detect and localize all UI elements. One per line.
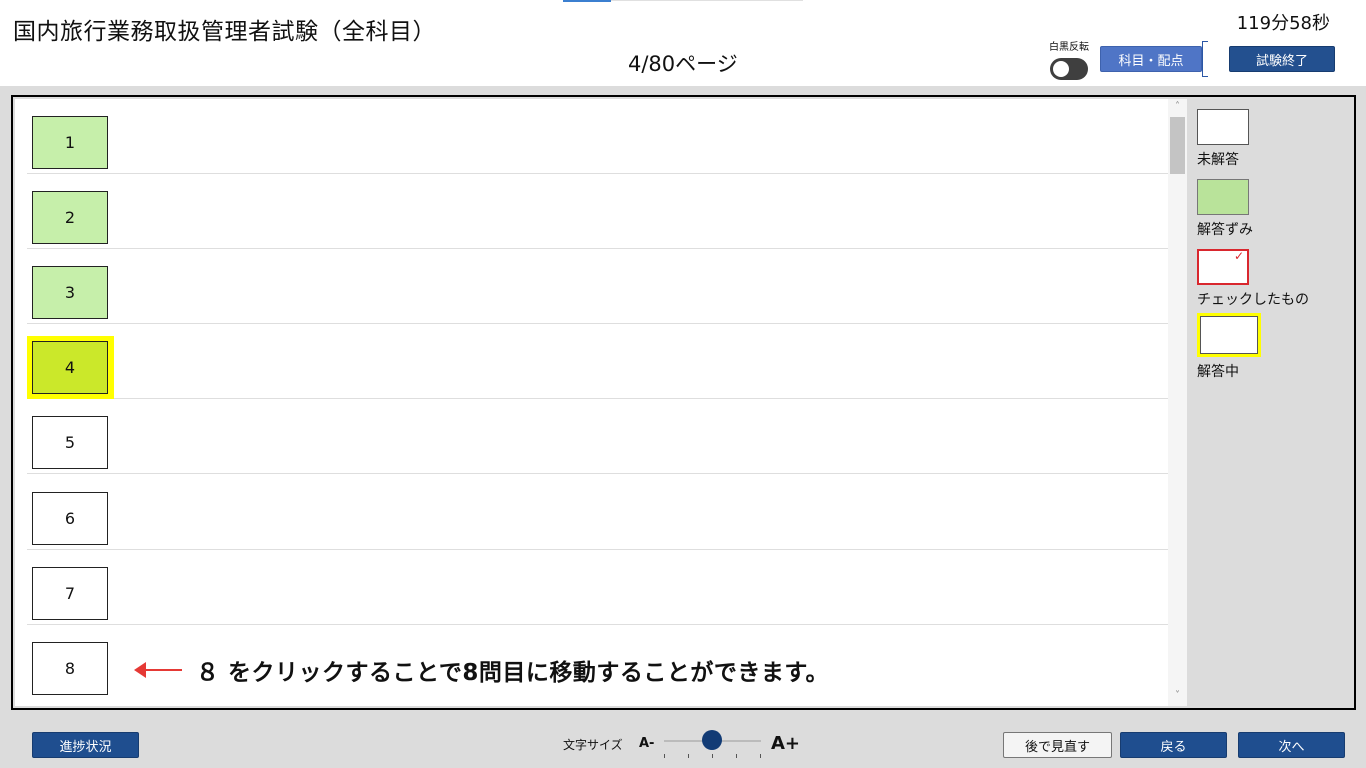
arrow-left-icon <box>134 662 182 678</box>
font-size-slider-knob[interactable] <box>702 730 722 750</box>
toggle-knob <box>1053 61 1069 77</box>
legend-label-current: 解答中 <box>1197 364 1239 380</box>
check-icon: ✓ <box>1233 249 1244 263</box>
exam-title: 国内旅行業務取扱管理者試験（全科目） <box>13 19 436 45</box>
top-accent-line <box>611 0 803 1</box>
legend-swatch-answered <box>1197 179 1249 215</box>
remaining-timer: 119分58秒 <box>1236 13 1330 34</box>
slider-ticks <box>664 754 761 758</box>
back-button[interactable]: 戻る <box>1120 732 1227 758</box>
question-row: 3 <box>27 249 1170 324</box>
subject-score-button[interactable]: 科目・配点 <box>1100 46 1202 72</box>
question-row: 1 <box>27 99 1170 174</box>
review-later-button[interactable]: 後で見直す <box>1003 732 1112 758</box>
question-button-8[interactable]: 8 <box>32 642 108 695</box>
scroll-thumb[interactable] <box>1170 117 1185 174</box>
font-decrease-label: A- <box>639 736 655 751</box>
focus-bracket <box>1202 41 1208 77</box>
legend-swatch-current <box>1197 313 1261 357</box>
annotation-text: ８ をクリックすることで8問目に移動することができます。 <box>196 660 830 686</box>
question-button-3[interactable]: 3 <box>32 266 108 319</box>
page-indicator: 4/80ページ <box>628 52 738 76</box>
question-row: 2 <box>27 174 1170 249</box>
next-button[interactable]: 次へ <box>1238 732 1345 758</box>
question-button-6[interactable]: 6 <box>32 492 108 545</box>
progress-button[interactable]: 進捗状況 <box>32 732 139 758</box>
question-row: 7 <box>27 550 1170 625</box>
end-exam-button[interactable]: 試験終了 <box>1229 46 1335 72</box>
question-list: 1 2 3 4 5 6 7 8 ８ をクリックすることで8問目に移動することがで… <box>15 99 1187 706</box>
legend-checked: ✓ チェックしたもの <box>1197 249 1309 309</box>
header: 国内旅行業務取扱管理者試験（全科目） 119分58秒 4/80ページ 白黒反転 … <box>0 0 1366 86</box>
legend-label-answered: 解答ずみ <box>1197 222 1253 238</box>
question-navigator: 1 2 3 4 5 6 7 8 ８ をクリックすることで8問目に移動することがで… <box>11 95 1356 710</box>
question-row: 6 <box>27 475 1170 550</box>
legend-label-checked: チェックしたもの <box>1197 292 1309 308</box>
question-row: 5 <box>27 399 1170 474</box>
scrollbar[interactable]: ˄ ˅ <box>1168 99 1187 706</box>
question-button-4[interactable]: 4 <box>32 341 108 394</box>
question-button-7[interactable]: 7 <box>32 567 108 620</box>
invert-colors-label: 白黒反転 <box>1049 42 1089 53</box>
legend-current: 解答中 <box>1197 313 1261 381</box>
question-button-1[interactable]: 1 <box>32 116 108 169</box>
legend-swatch-checked: ✓ <box>1197 249 1249 285</box>
top-accent-bar <box>563 0 611 2</box>
chevron-up-icon[interactable]: ˄ <box>1168 101 1187 115</box>
instruction-annotation: ８ をクリックすることで8問目に移動することができます。 <box>134 653 829 687</box>
font-increase-label: A+ <box>771 733 801 754</box>
question-button-2[interactable]: 2 <box>32 191 108 244</box>
question-button-5[interactable]: 5 <box>32 416 108 469</box>
invert-colors-control: 白黒反転 <box>1046 38 1092 80</box>
legend-label-unanswered: 未解答 <box>1197 152 1239 168</box>
question-row: 8 ８ をクリックすることで8問目に移動することができます。 <box>27 625 1170 700</box>
question-row: 4 <box>27 324 1170 399</box>
chevron-down-icon[interactable]: ˅ <box>1168 690 1187 704</box>
font-size-label: 文字サイズ <box>563 738 623 752</box>
legend-answered: 解答ずみ <box>1197 179 1253 239</box>
legend-swatch-unanswered <box>1197 109 1249 145</box>
footer-toolbar: 進捗状況 文字サイズ A- A+ 後で見直す 戻る 次へ <box>0 718 1366 768</box>
toggle-switch-icon[interactable] <box>1050 58 1088 80</box>
legend-unanswered: 未解答 <box>1197 109 1249 169</box>
